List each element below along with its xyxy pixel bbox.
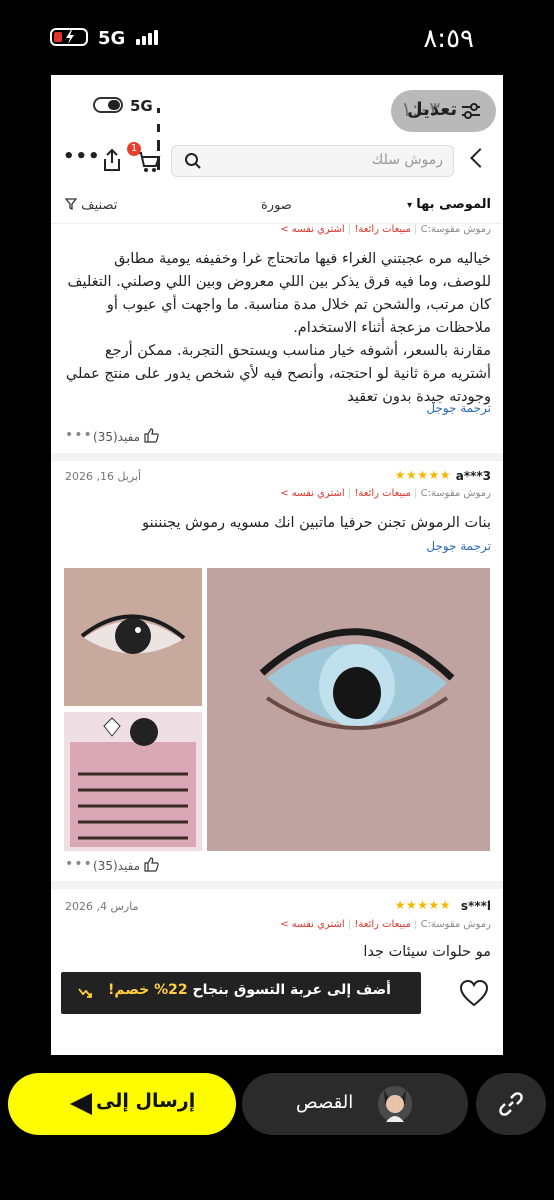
review3-username: s***l — [460, 899, 491, 913]
review1-translate-link[interactable]: ترجمة جوجل — [426, 401, 491, 415]
edit-button[interactable]: ١:٠٣ تعديل — [391, 90, 496, 132]
review-divider — [51, 453, 503, 461]
clock: ٨:٥٩ — [423, 24, 474, 54]
signal-icon — [136, 30, 160, 49]
sort-photo[interactable]: صورة — [261, 198, 292, 213]
review-photo-eye-2[interactable] — [207, 568, 490, 851]
review2-username: a***3 — [455, 469, 491, 483]
stories-button[interactable]: القصص — [242, 1073, 468, 1135]
screenshot-page: 5G ١:٠٣ تعديل ••• 1 رموش سلك ▾ الموصى به… — [51, 75, 503, 1055]
sort-recommended[interactable]: ▾ الموصى بها — [407, 197, 491, 212]
review1-meta: رموش مقوسة:C | مبيعات رائعة! | اشتري نفس… — [280, 224, 491, 235]
inner-network-label: 5G — [130, 97, 153, 115]
review2-meta: رموش مقوسة:C | مبيعات رائعة! | اشتري نفس… — [280, 488, 491, 499]
share-icon[interactable] — [101, 148, 123, 172]
filter-icon — [64, 198, 78, 211]
review1-helpful-button[interactable]: مفيد(35) — [93, 428, 159, 444]
inner-battery-icon — [93, 97, 123, 113]
review1-text: خياليه مره عجبتني الغراء فيها ماتحتاج غر… — [65, 251, 491, 405]
review3-text: مو حلوات سيئات جدا — [363, 944, 491, 960]
review2-text: بنات الرموش تجنن حرفيا ماتبين انك مسويه … — [142, 515, 491, 531]
review-divider — [51, 881, 503, 889]
add-to-cart-banner[interactable]: أضف إلى عربة التسوق بنجاح 22% خصم! — [61, 972, 421, 1014]
review3-meta: رموش مقوسة:C | مبيعات رائعة! | اشتري نفس… — [280, 919, 491, 930]
send-to-button[interactable]: إرسال إلى — [8, 1073, 236, 1135]
send-to-label: إرسال إلى — [96, 1090, 196, 1112]
top-nav: ••• 1 رموش سلك — [51, 140, 503, 184]
cart-badge: 1 — [127, 142, 141, 156]
search-input[interactable]: رموش سلك — [171, 145, 454, 177]
trend-down-icon — [78, 988, 92, 998]
review-photo-eye-1[interactable] — [64, 568, 202, 706]
review2-helpful-button[interactable]: مفيد(35) — [93, 857, 159, 873]
send-arrow-icon — [70, 1093, 92, 1115]
review3-stars: ★★★★★ — [394, 898, 451, 912]
add-to-cart-label: أضف إلى عربة التسوق بنجاح 22% خصم! — [108, 982, 391, 998]
review3-date: مارس 4, 2026 — [65, 900, 139, 913]
link-icon — [499, 1092, 523, 1116]
heart-icon[interactable] — [459, 979, 489, 1007]
bitmoji-avatar — [378, 1086, 412, 1122]
sliders-icon — [462, 103, 480, 119]
review-photo-product[interactable] — [64, 712, 202, 851]
review1-more-icon[interactable]: ••• — [65, 427, 93, 443]
thumbs-up-icon — [144, 428, 159, 443]
outer-status-bar: 5G ٨:٥٩ — [0, 0, 554, 75]
review2-translate-link[interactable]: ترجمة جوجل — [426, 539, 491, 553]
search-icon — [185, 153, 201, 169]
network-label: 5G — [98, 28, 126, 49]
thumbs-up-icon — [144, 857, 159, 872]
battery-icon — [50, 28, 88, 46]
sort-bar: ▾ الموصى بها صورة تصنيف — [51, 193, 503, 224]
review2-date: أبريل 16, 2026 — [65, 470, 142, 483]
review2-more-icon[interactable]: ••• — [65, 856, 93, 872]
filter-button[interactable]: تصنيف — [64, 198, 117, 213]
more-icon[interactable]: ••• — [63, 146, 101, 167]
search-placeholder: رموش سلك — [371, 152, 443, 168]
stories-label: القصص — [296, 1092, 354, 1113]
review2-stars: ★★★★★ — [394, 468, 451, 482]
edit-label: تعديل — [407, 99, 458, 120]
back-arrow-icon[interactable] — [470, 148, 490, 168]
link-button[interactable] — [476, 1073, 546, 1135]
